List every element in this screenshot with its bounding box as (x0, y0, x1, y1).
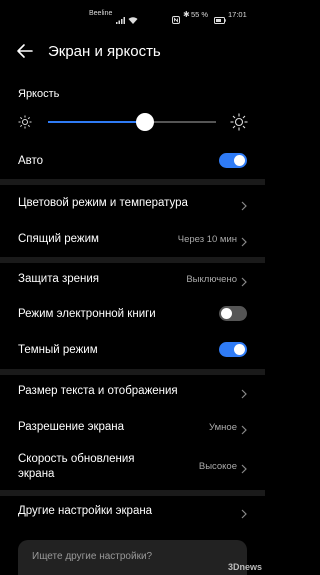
section-divider (0, 490, 265, 496)
other-settings-label: Другие настройки экрана (18, 505, 153, 517)
section-divider (0, 257, 265, 263)
text-size-label: Размер текста и отображения (18, 385, 178, 397)
resolution-label: Разрешение экрана (18, 421, 125, 433)
ebook-mode-row[interactable]: Режим электронной книги (0, 303, 265, 325)
brightness-label: Яркость (18, 88, 60, 100)
ebook-mode-toggle[interactable] (219, 306, 247, 321)
chevron-right-icon (241, 422, 247, 435)
brightness-low-icon (18, 115, 32, 134)
battery-icon (214, 11, 226, 29)
brightness-slider[interactable] (48, 113, 216, 131)
auto-brightness-label: Авто (18, 155, 44, 167)
chevron-right-icon (241, 198, 247, 211)
clock: 17:01 (228, 10, 247, 19)
other-settings-row[interactable]: Другие настройки экрана (0, 500, 265, 522)
signal-icon (116, 11, 125, 29)
search-box[interactable] (18, 540, 247, 575)
text-size-row[interactable]: Размер текста и отображения (0, 380, 265, 402)
eye-comfort-label: Защита зрения (18, 273, 100, 285)
color-mode-row[interactable]: Цветовой режим и температура (0, 192, 265, 214)
brightness-high-icon (230, 113, 248, 136)
ebook-mode-label: Режим электронной книги (18, 308, 156, 320)
chevron-right-icon (241, 386, 247, 399)
dark-mode-toggle[interactable] (219, 342, 247, 357)
sleep-row[interactable]: Спящий режим Через 10 мин (0, 228, 265, 250)
sleep-label: Спящий режим (18, 233, 99, 245)
nfc-icon (172, 11, 180, 29)
chevron-right-icon (241, 461, 247, 474)
eye-comfort-row[interactable]: Защита зрения Выключено (0, 268, 265, 290)
slider-thumb[interactable] (136, 113, 155, 131)
page-title: Экран и яркость (48, 43, 161, 60)
resolution-value: Умное (209, 422, 237, 433)
resolution-row[interactable]: Разрешение экрана Умное (0, 416, 265, 438)
eye-comfort-value: Выключено (186, 274, 237, 285)
toggle-knob (234, 155, 245, 166)
sleep-value: Через 10 мин (177, 234, 237, 245)
status-bar: Beeline ✱ 55 % 17:01 (0, 0, 265, 30)
back-arrow-icon[interactable] (16, 42, 36, 60)
toggle-knob (221, 308, 232, 319)
refresh-rate-label-line2: экрана (18, 468, 55, 480)
watermark-logo: 3Dnews (227, 562, 262, 572)
slider-fill (48, 121, 146, 123)
toggle-knob (234, 344, 245, 355)
battery-percent: 55 % (191, 10, 209, 19)
chevron-right-icon (241, 234, 247, 247)
chevron-right-icon (241, 274, 247, 287)
refresh-rate-label-line1: Скорость обновления (18, 453, 135, 465)
app-header: Экран и яркость (0, 36, 265, 68)
carrier-label: Beeline (89, 10, 113, 17)
refresh-rate-value: Высокое (198, 461, 237, 472)
color-mode-label: Цветовой режим и температура (18, 197, 188, 209)
dark-mode-row[interactable]: Темный режим (0, 339, 265, 361)
search-input[interactable] (32, 551, 232, 562)
dark-mode-label: Темный режим (18, 344, 98, 356)
section-divider (0, 369, 265, 375)
refresh-rate-row[interactable]: Скорость обновления экрана Высокое (0, 450, 265, 486)
wifi-icon (128, 11, 138, 29)
bluetooth-icon: ✱ (183, 10, 190, 19)
chevron-right-icon (241, 506, 247, 519)
section-divider (0, 179, 265, 185)
auto-brightness-toggle[interactable] (219, 153, 247, 168)
auto-brightness-row[interactable]: Авто (0, 150, 265, 172)
